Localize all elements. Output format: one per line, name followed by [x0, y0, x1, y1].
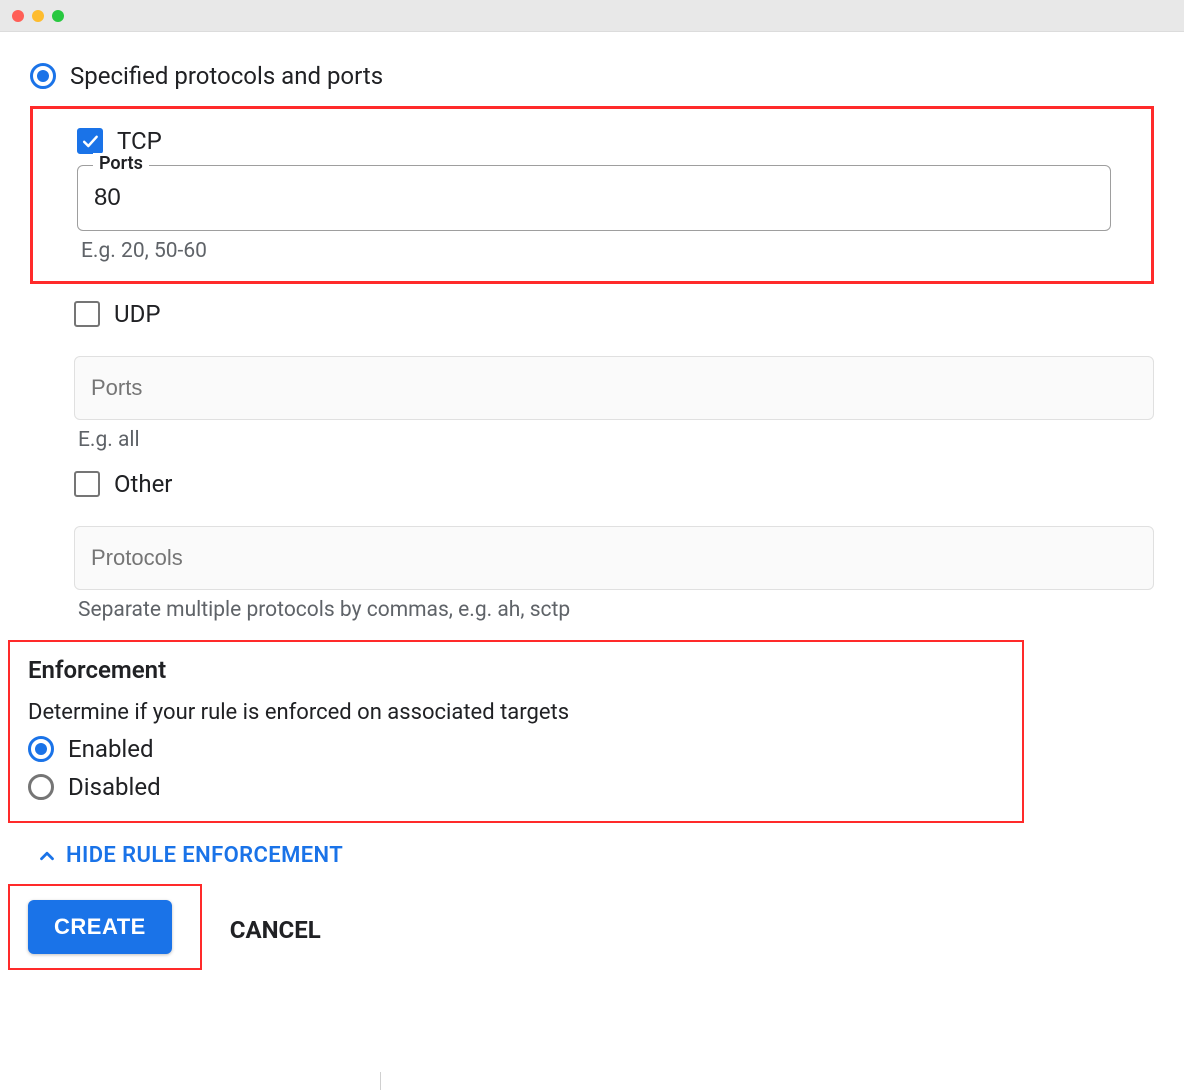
radio-icon	[28, 774, 54, 800]
tcp-checkbox-row[interactable]: TCP	[77, 127, 1111, 155]
window-close-icon[interactable]	[12, 10, 24, 22]
window-zoom-icon[interactable]	[52, 10, 64, 22]
footer-separator	[380, 1072, 381, 1090]
chevron-up-icon	[36, 845, 58, 867]
tcp-ports-hint: E.g. 20, 50-60	[81, 239, 1107, 263]
other-checkbox-row[interactable]: Other	[74, 470, 1154, 498]
radio-enforcement-enabled[interactable]: Enabled	[28, 735, 1004, 763]
toggle-label: HIDE RULE ENFORCEMENT	[66, 843, 343, 868]
udp-ports-input[interactable]	[74, 356, 1154, 420]
check-icon	[80, 131, 100, 151]
tcp-label: TCP	[117, 127, 162, 155]
checkbox-udp[interactable]	[74, 301, 100, 327]
tcp-highlight: TCP Ports E.g. 20, 50-60	[30, 106, 1154, 284]
window-titlebar	[0, 0, 1184, 32]
enforcement-subtitle: Determine if your rule is enforced on as…	[28, 700, 1004, 725]
other-protocols-input[interactable]	[74, 526, 1154, 590]
radio-label: Specified protocols and ports	[70, 62, 383, 90]
radio-specified-protocols[interactable]: Specified protocols and ports	[30, 62, 1154, 90]
radio-label: Disabled	[68, 773, 161, 801]
tcp-ports-legend: Ports	[93, 153, 149, 174]
hide-rule-enforcement-toggle[interactable]: HIDE RULE ENFORCEMENT	[36, 843, 1154, 868]
create-button[interactable]: CREATE	[28, 900, 172, 954]
udp-checkbox-row[interactable]: UDP	[74, 300, 1154, 328]
tcp-ports-input[interactable]	[77, 165, 1111, 231]
checkbox-other[interactable]	[74, 471, 100, 497]
enforcement-title: Enforcement	[28, 656, 1004, 684]
radio-enforcement-disabled[interactable]: Disabled	[28, 773, 1004, 801]
radio-label: Enabled	[68, 735, 154, 763]
footer-strip	[0, 1072, 1184, 1090]
radio-icon	[28, 736, 54, 762]
radio-icon	[30, 63, 56, 89]
cancel-button[interactable]: CANCEL	[230, 916, 321, 944]
udp-label: UDP	[114, 300, 160, 328]
other-label: Other	[114, 470, 172, 498]
create-highlight: CREATE	[8, 884, 202, 970]
tcp-ports-field[interactable]: Ports	[77, 165, 1111, 231]
enforcement-highlight: Enforcement Determine if your rule is en…	[8, 640, 1024, 823]
other-protocols-hint: Separate multiple protocols by commas, e…	[78, 598, 1154, 622]
udp-ports-hint: E.g. all	[78, 428, 1154, 452]
window-minimize-icon[interactable]	[32, 10, 44, 22]
checkbox-tcp[interactable]	[77, 128, 103, 154]
